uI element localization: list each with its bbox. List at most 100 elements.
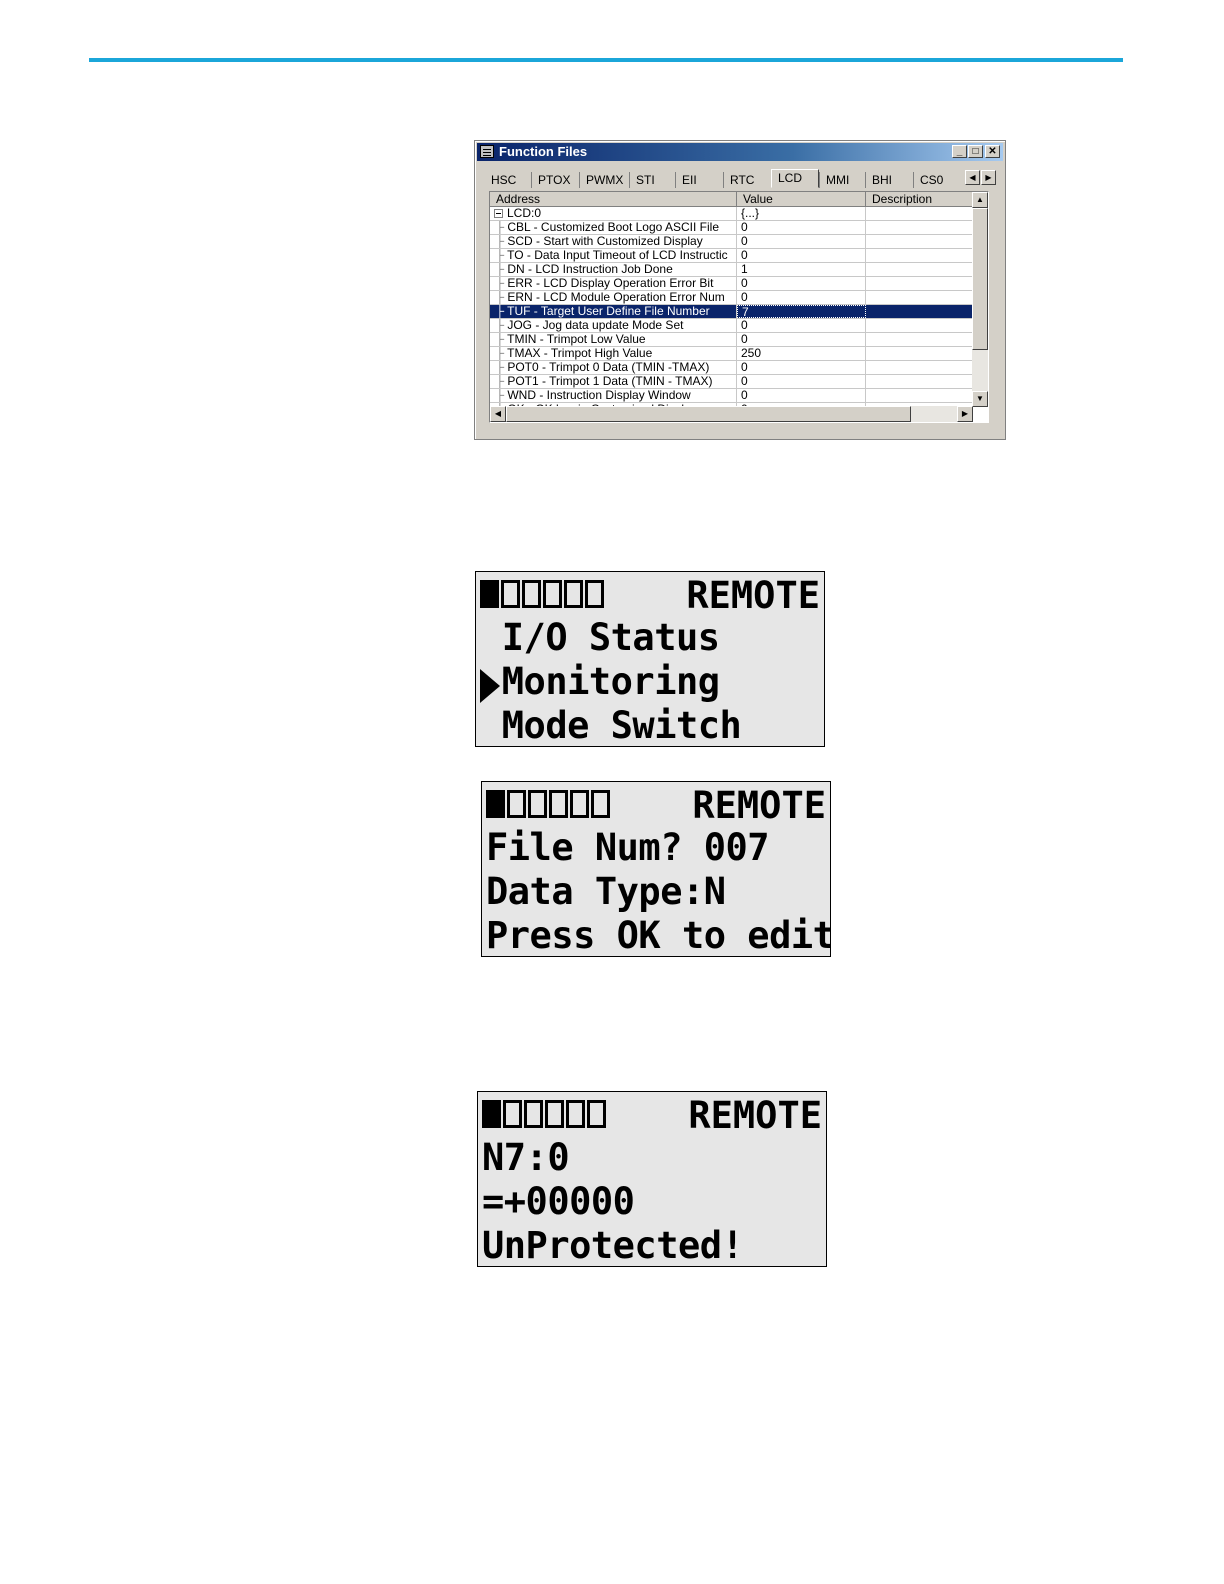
close-icon[interactable]: ✕	[985, 145, 1000, 158]
row-address: POT0 - Trimpot 0 Data (TMIN -TMAX)	[507, 361, 710, 374]
value-line: =+00000	[482, 1180, 635, 1223]
collapse-icon[interactable]	[494, 209, 503, 218]
tab-eii[interactable]: EII	[675, 172, 723, 188]
table-row[interactable]: ├ ERN - LCD Module Operation Error Num 0	[490, 291, 973, 305]
function-files-window: Function Files _ □ ✕ HSC PTOX PWMX STI E…	[474, 140, 1006, 440]
file-number-line: File Num? 007	[486, 826, 770, 869]
table-row[interactable]: ├ TMIN - Trimpot Low Value 0	[490, 333, 973, 347]
row-value[interactable]: 0	[737, 389, 866, 402]
row-value[interactable]: 0	[737, 319, 866, 332]
status-block-icon	[566, 1100, 585, 1128]
scroll-up-icon[interactable]: ▲	[972, 192, 988, 208]
maximize-icon[interactable]: □	[968, 145, 983, 158]
table-row[interactable]: ├ JOG - Jog data update Mode Set 0	[490, 319, 973, 333]
row-description	[866, 235, 973, 248]
row-address: TMAX - Trimpot High Value	[507, 347, 653, 360]
row-value[interactable]: 0	[737, 277, 866, 290]
tab-scroll-right-icon[interactable]: ▶	[981, 170, 996, 185]
table-row-selected[interactable]: ├ TUF - Target User Define File Number 7	[490, 305, 973, 319]
scroll-left-icon[interactable]: ◀	[490, 406, 506, 422]
tab-cs0[interactable]: CS0	[913, 172, 959, 188]
row-description	[866, 375, 973, 388]
table-row[interactable]: ├ POT0 - Trimpot 0 Data (TMIN -TMAX) 0	[490, 361, 973, 375]
row-value[interactable]: 0	[737, 375, 866, 388]
tab-pwmx[interactable]: PWMX	[579, 172, 629, 188]
status-block-icon	[480, 580, 499, 608]
row-value[interactable]: 250	[737, 347, 866, 360]
tab-ptox[interactable]: PTOX	[531, 172, 579, 188]
title-bar[interactable]: Function Files _ □ ✕	[477, 143, 1003, 161]
row-value[interactable]: 0	[737, 221, 866, 234]
protection-line: UnProtected!	[482, 1224, 744, 1267]
menu-item-mode-switch: Mode Switch	[480, 704, 742, 747]
scroll-down-icon[interactable]: ▼	[972, 391, 988, 407]
row-address: JOG - Jog data update Mode Set	[507, 319, 684, 332]
row-value[interactable]: 0	[737, 249, 866, 262]
row-value[interactable]: 0	[737, 291, 866, 304]
lcd-screen-file-number: REMOTE File Num? 007 Data Type:N Press O…	[481, 781, 831, 957]
row-description	[866, 305, 973, 318]
tab-hsc[interactable]: HSC	[485, 172, 531, 188]
row-address: CBL - Customized Boot Logo ASCII File	[507, 221, 719, 234]
address-line: N7:0	[482, 1136, 570, 1179]
status-block-icon	[501, 580, 520, 608]
tab-rtc[interactable]: RTC	[723, 172, 771, 188]
column-description[interactable]: Description	[866, 192, 973, 207]
table-row[interactable]: LCD:0 {...}	[490, 207, 973, 221]
row-description	[866, 361, 973, 374]
lcd-screen-main-menu: REMOTE I/O Status Monitoring Mode Switch	[475, 571, 825, 747]
column-address[interactable]: Address	[490, 192, 737, 207]
table-row[interactable]: ├ WND - Instruction Display Window 0	[490, 389, 973, 403]
lcd-mode-label: REMOTE	[686, 574, 820, 617]
horizontal-scrollbar[interactable]: ◀ ▶	[490, 406, 973, 422]
row-value[interactable]: 0	[737, 361, 866, 374]
status-block-icon	[570, 790, 589, 818]
status-block-icon	[507, 790, 526, 818]
status-block-icon	[522, 580, 541, 608]
row-value[interactable]: 7	[737, 305, 866, 318]
minimize-icon[interactable]: _	[952, 145, 967, 158]
row-address: LCD:0	[507, 207, 542, 220]
table-row[interactable]: ├ DN - LCD Instruction Job Done 1	[490, 263, 973, 277]
tab-strip: HSC PTOX PWMX STI EII RTC LCD MMI BHI CS…	[485, 169, 997, 189]
row-value[interactable]: 1	[737, 263, 866, 276]
status-block-icon	[528, 790, 547, 818]
table-row[interactable]: ├ TMAX - Trimpot High Value 250	[490, 347, 973, 361]
row-address: TUF - Target User Define File Number	[507, 305, 710, 318]
column-value[interactable]: Value	[737, 192, 866, 207]
function-file-grid: Address Value Description LCD:0 {...} ├ …	[489, 191, 989, 423]
menu-item-io-status: I/O Status	[480, 616, 720, 659]
status-block-icon	[543, 580, 562, 608]
row-value[interactable]: {...}	[737, 207, 866, 220]
scroll-right-icon[interactable]: ▶	[957, 406, 973, 422]
tab-scroll-left-icon[interactable]: ◀	[965, 170, 980, 185]
tab-lcd[interactable]: LCD	[771, 169, 819, 188]
row-description	[866, 277, 973, 290]
tab-mmi[interactable]: MMI	[819, 172, 865, 188]
tab-bhi[interactable]: BHI	[865, 172, 913, 188]
vertical-scrollbar[interactable]: ▲ ▼	[972, 192, 988, 407]
row-address: WND - Instruction Display Window	[507, 389, 691, 402]
window-title: Function Files	[499, 144, 588, 159]
tab-sti[interactable]: STI	[629, 172, 675, 188]
table-row[interactable]: ├ SCD - Start with Customized Display 0	[490, 235, 973, 249]
row-description	[866, 319, 973, 332]
status-block-icon	[585, 580, 604, 608]
row-description	[866, 263, 973, 276]
row-value[interactable]: 0	[737, 333, 866, 346]
horizontal-scroll-thumb[interactable]	[506, 406, 911, 422]
status-block-icon	[503, 1100, 522, 1128]
table-row[interactable]: ├ ERR - LCD Display Operation Error Bit …	[490, 277, 973, 291]
vertical-scroll-thumb[interactable]	[972, 208, 988, 350]
row-description	[866, 207, 973, 220]
table-row[interactable]: ├ CBL - Customized Boot Logo ASCII File …	[490, 221, 973, 235]
press-ok-line: Press OK to edit	[486, 914, 831, 957]
data-type-line: Data Type:N	[486, 870, 726, 913]
row-address: TO - Data Input Timeout of LCD Instructi…	[507, 249, 728, 262]
table-row[interactable]: ├ TO - Data Input Timeout of LCD Instruc…	[490, 249, 973, 263]
lcd-status-row: REMOTE	[482, 1094, 822, 1137]
lcd-screen-value: REMOTE N7:0 =+00000 UnProtected!	[477, 1091, 827, 1267]
row-value[interactable]: 0	[737, 235, 866, 248]
row-address: ERN - LCD Module Operation Error Num	[507, 291, 725, 304]
table-row[interactable]: ├ POT1 - Trimpot 1 Data (TMIN - TMAX) 0	[490, 375, 973, 389]
